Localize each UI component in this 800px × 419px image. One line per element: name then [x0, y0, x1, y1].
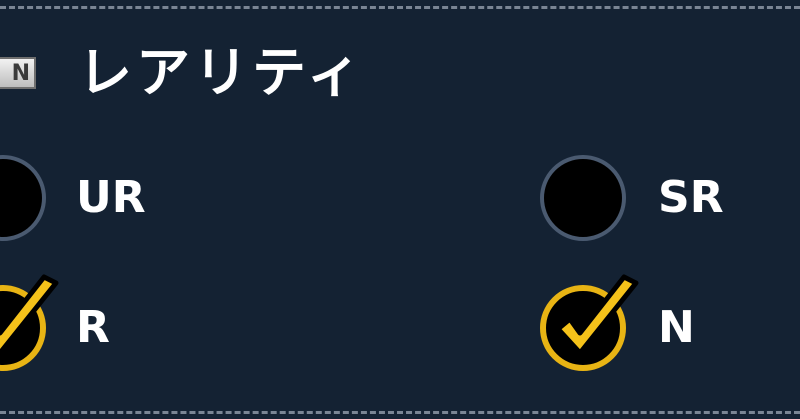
section-title: レアリティ: [78, 41, 365, 104]
radio-unchecked-icon[interactable]: [0, 155, 46, 241]
option-label-sr: SR: [658, 172, 724, 223]
radio-unchecked-icon[interactable]: [540, 155, 626, 241]
rarity-n-badge-icon: N: [0, 57, 36, 89]
radio-checked-icon[interactable]: [540, 274, 639, 371]
rarity-option-n[interactable]: N: [540, 274, 800, 378]
badge-letter: N: [11, 60, 30, 86]
bottom-dashed-divider: [0, 411, 800, 414]
radio-checked-icon[interactable]: [0, 274, 59, 371]
top-dashed-divider: [0, 6, 800, 9]
rarity-option-r[interactable]: R: [0, 274, 260, 378]
option-label-ur: UR: [76, 172, 146, 223]
option-label-n: N: [658, 302, 695, 353]
checkmark-icon: [555, 274, 639, 356]
rarity-option-sr[interactable]: SR: [540, 148, 800, 248]
option-label-r: R: [76, 302, 110, 353]
checkmark-icon: [0, 274, 59, 356]
rarity-option-ur[interactable]: UR: [0, 148, 260, 248]
